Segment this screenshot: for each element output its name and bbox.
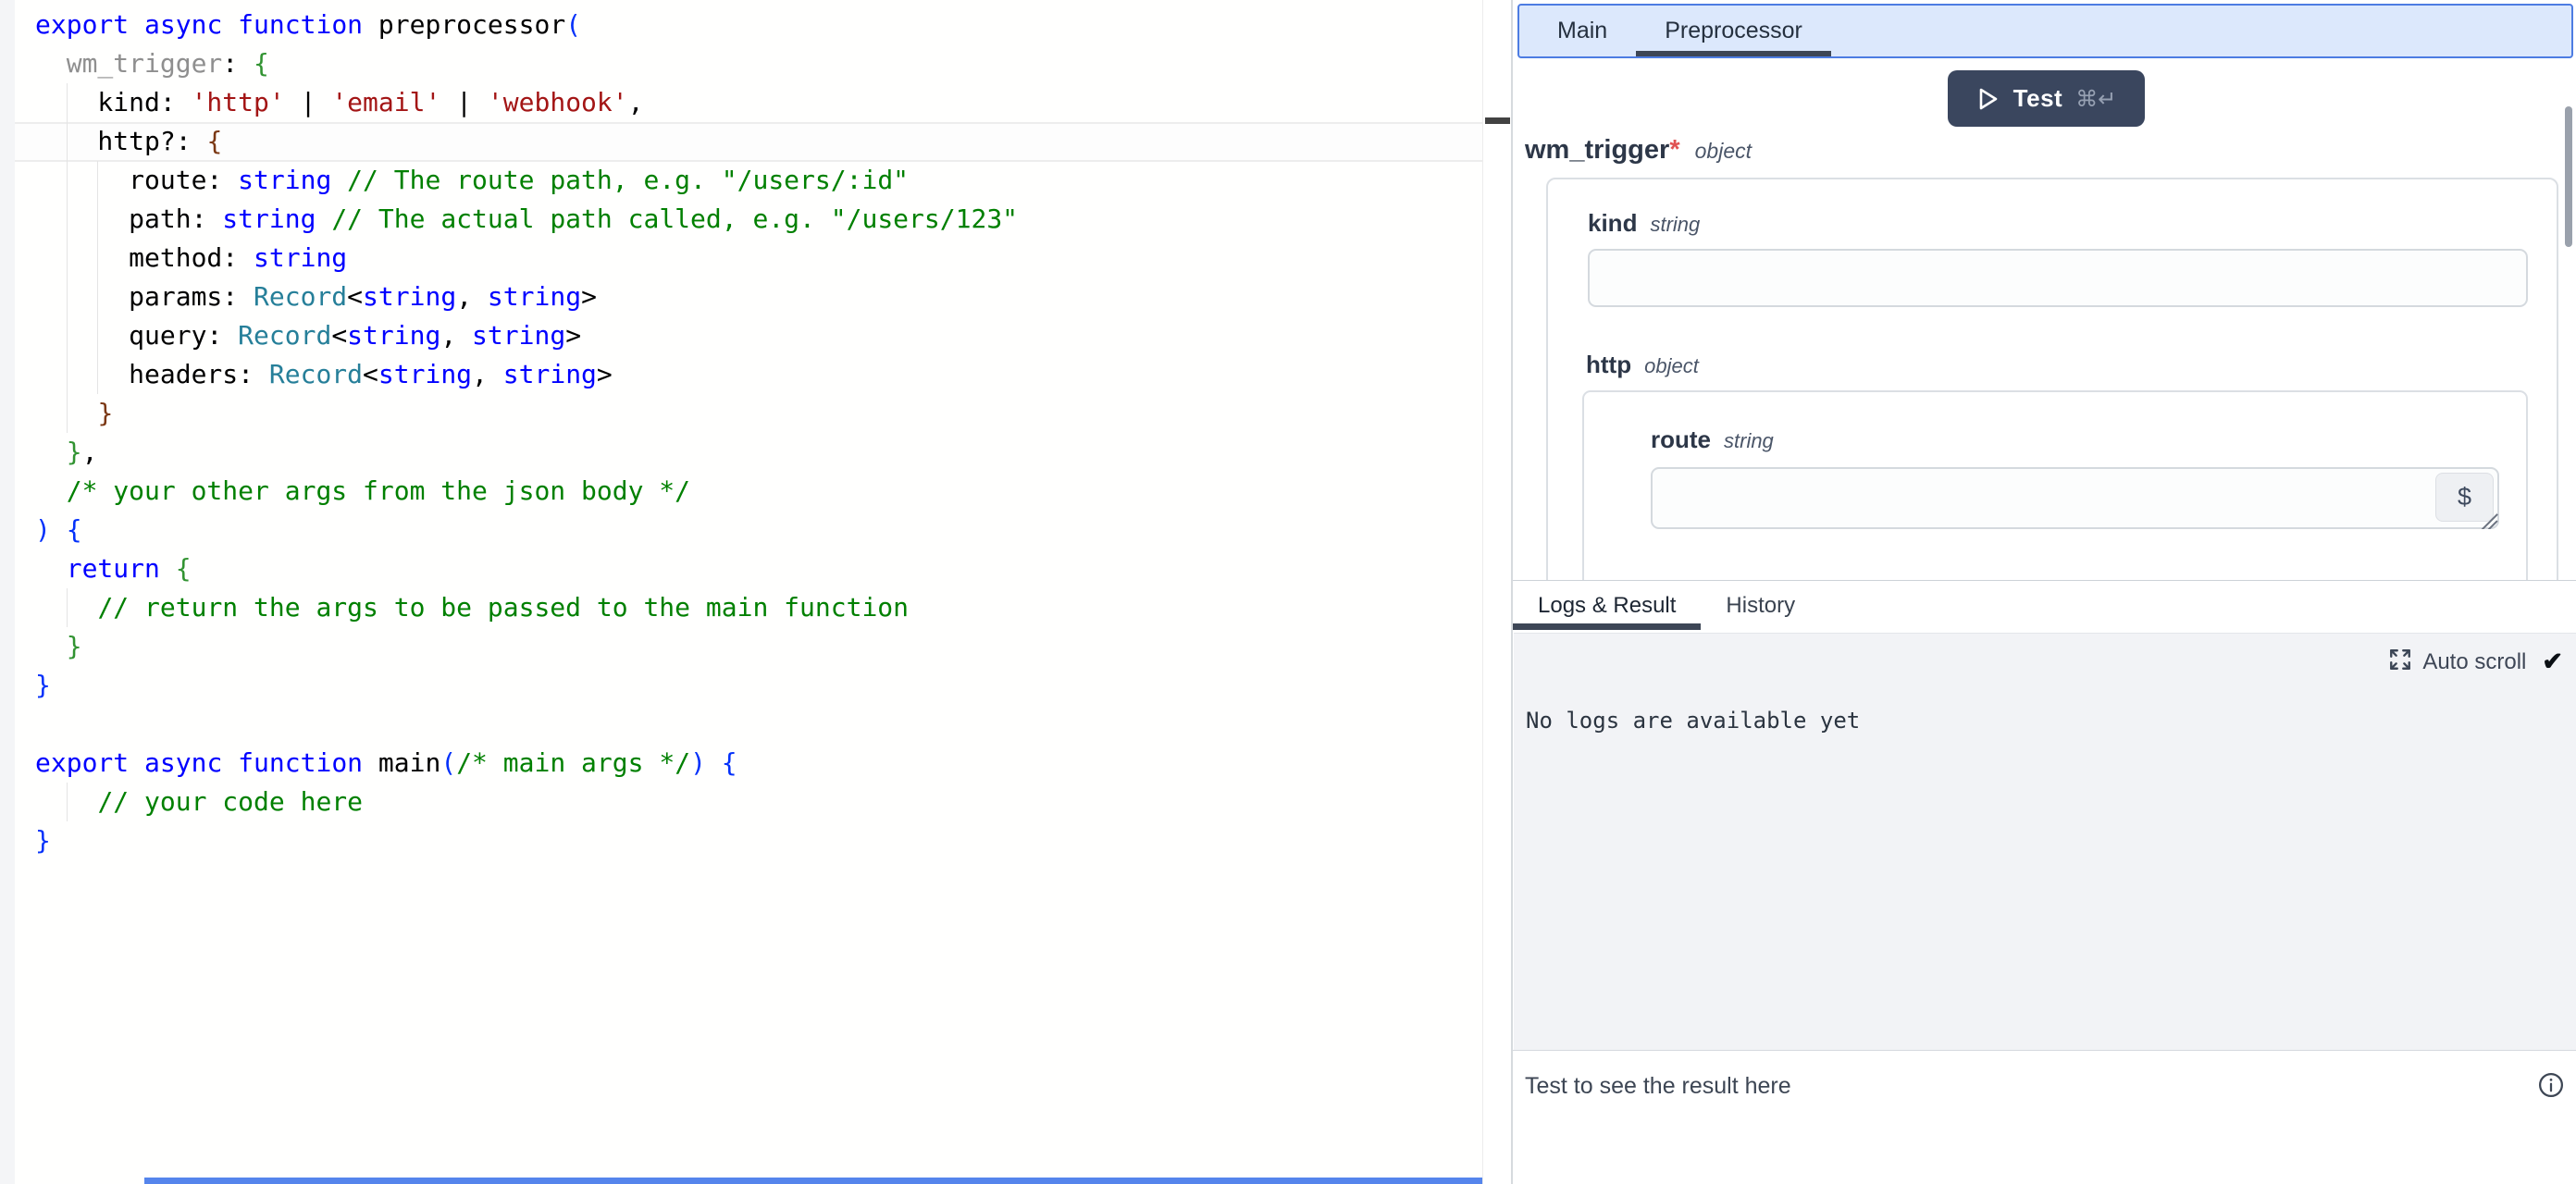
tab-history-label: History	[1726, 593, 1795, 619]
expand-icon[interactable]	[2388, 648, 2412, 676]
wm-trigger-header: wm_trigger * object	[1525, 135, 1752, 166]
autoscroll-checkmark-icon[interactable]: ✔	[2542, 648, 2563, 676]
code-line	[0, 705, 1482, 744]
code-line: export async function preprocessor(	[0, 6, 1482, 44]
http-header: http object	[1586, 351, 1699, 379]
tab-main-label: Main	[1557, 18, 1607, 44]
http-object-box: route string $ path string	[1582, 390, 2528, 580]
editor-bottom-scrollbar[interactable]	[144, 1178, 1482, 1184]
no-logs-message: No logs are available yet	[1526, 708, 1860, 734]
preprocessor-args-panel: Main Preprocessor Test ⌘↵ wm_trigger * o…	[1513, 0, 2576, 580]
wm-trigger-object-box: kind string http object route string $ p…	[1546, 178, 2558, 580]
code-line: http?: {	[0, 122, 1482, 161]
overview-ruler-cursor-mark	[1485, 117, 1510, 124]
kind-type: string	[1650, 213, 1700, 237]
code-line: /* your other args from the json body */	[0, 472, 1482, 511]
autoscroll-label: Auto scroll	[2422, 649, 2526, 675]
code-line: query: Record<string, string>	[0, 316, 1482, 355]
function-tabbar: Main Preprocessor	[1517, 4, 2573, 58]
editor-scrollbar[interactable]	[1482, 0, 1511, 1184]
code-line: params: Record<string, string>	[0, 278, 1482, 316]
code-line: wm_trigger: {	[0, 44, 1482, 83]
code-line: method: string	[0, 239, 1482, 278]
play-icon	[1976, 86, 2000, 112]
logs-panel: Logs & Result History Auto scroll ✔ No l…	[1513, 580, 2576, 1050]
required-asterisk: *	[1669, 135, 1679, 166]
test-button-label: Test	[2013, 84, 2063, 113]
tab-logs-result-label: Logs & Result	[1538, 593, 1676, 619]
code-line: export async function main(/* main args …	[0, 744, 1482, 783]
code-line: // return the args to be passed to the m…	[0, 588, 1482, 627]
kind-input[interactable]	[1588, 249, 2528, 307]
http-name: http	[1586, 351, 1631, 379]
code-line: path: string // The actual path called, …	[0, 200, 1482, 239]
http-type: object	[1644, 354, 1699, 378]
code-line: ) {	[0, 511, 1482, 549]
code-line: }	[0, 394, 1482, 433]
tab-preprocessor-label: Preprocessor	[1665, 18, 1802, 44]
route-input[interactable]: $	[1651, 467, 2499, 529]
resize-handle-icon[interactable]	[2479, 509, 2499, 529]
kind-header: kind string	[1588, 209, 1700, 238]
logs-tabbar: Logs & Result History	[1513, 581, 1820, 630]
info-icon[interactable]	[2537, 1071, 2565, 1104]
tab-history[interactable]: History	[1701, 581, 1820, 630]
code-line: }	[0, 821, 1482, 860]
autoscroll-control[interactable]: Auto scroll ✔	[2388, 648, 2563, 676]
kind-name: kind	[1588, 209, 1637, 238]
route-header: route string	[1651, 426, 1774, 454]
code-line: },	[0, 433, 1482, 472]
code-line: }	[0, 627, 1482, 666]
code-line: }	[0, 666, 1482, 705]
editor-code-area[interactable]: export async function preprocessor( wm_t…	[0, 6, 1482, 860]
result-panel: Test to see the result here	[1513, 1050, 2576, 1184]
form-scrollbar[interactable]	[2565, 106, 2572, 247]
tab-preprocessor[interactable]: Preprocessor	[1636, 6, 1831, 56]
code-line: route: string // The route path, e.g. "/…	[0, 161, 1482, 200]
result-hint-text: Test to see the result here	[1525, 1073, 1791, 1100]
cmd-enter-shortcut: ⌘↵	[2075, 86, 2116, 112]
wm-trigger-name: wm_trigger	[1525, 135, 1669, 166]
dollar-icon: $	[2458, 483, 2471, 512]
test-button[interactable]: Test ⌘↵	[1948, 70, 2145, 127]
wm-trigger-type: object	[1695, 139, 1752, 164]
tab-main[interactable]: Main	[1529, 6, 1636, 56]
tab-logs-result[interactable]: Logs & Result	[1513, 581, 1701, 630]
code-line: // your code here	[0, 783, 1482, 821]
code-line: kind: 'http' | 'email' | 'webhook',	[0, 83, 1482, 122]
code-editor[interactable]: export async function preprocessor( wm_t…	[0, 0, 1482, 1184]
route-type: string	[1724, 429, 1774, 453]
logs-body: Auto scroll ✔ No logs are available yet	[1514, 633, 2576, 1051]
code-line: headers: Record<string, string>	[0, 355, 1482, 394]
code-line: return {	[0, 549, 1482, 588]
route-name: route	[1651, 426, 1711, 454]
